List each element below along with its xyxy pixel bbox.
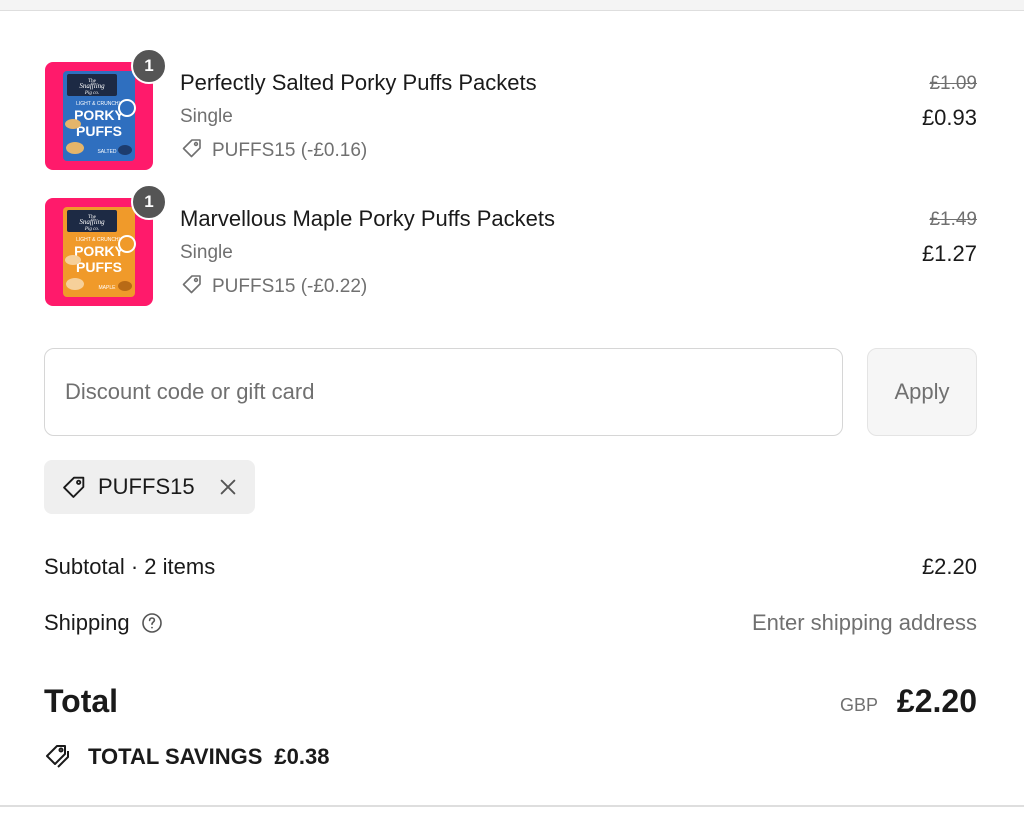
item-discount-label: PUFFS15 (-£0.16) bbox=[212, 140, 368, 161]
applied-code-label: PUFFS15 bbox=[98, 474, 195, 499]
total-currency: GBP bbox=[839, 695, 878, 715]
total-value: £2.20 bbox=[896, 683, 977, 719]
tag-icon bbox=[180, 272, 204, 302]
shipping-value: Enter shipping address bbox=[751, 610, 977, 635]
bottom-divider bbox=[0, 805, 1024, 807]
line-item: The Snaffling Pig co. LIGHT & CRUNCHY PO… bbox=[44, 184, 977, 308]
item-variant: Single bbox=[180, 106, 233, 127]
item-discount-label: PUFFS15 (-£0.22) bbox=[212, 276, 368, 297]
product-thumbnail: The Snaffling Pig co. LIGHT & CRUNCHY PO… bbox=[44, 48, 167, 172]
shipping-label: Shipping bbox=[44, 610, 130, 635]
double-tag-icon bbox=[44, 742, 74, 772]
price-original: £1.09 bbox=[929, 73, 977, 94]
svg-text:PORKY: PORKY bbox=[74, 243, 124, 259]
svg-text:Pig co.: Pig co. bbox=[84, 227, 99, 232]
close-icon bbox=[220, 479, 236, 495]
total-savings: TOTAL SAVINGS £0.38 bbox=[44, 742, 329, 772]
svg-text:Snaffling: Snaffling bbox=[79, 82, 105, 90]
item-title: Perfectly Salted Porky Puffs Packets bbox=[180, 70, 537, 95]
svg-text:Snaffling: Snaffling bbox=[79, 218, 105, 226]
svg-text:SALTED: SALTED bbox=[97, 149, 116, 155]
top-divider bbox=[0, 0, 1024, 11]
svg-text:PORKY: PORKY bbox=[74, 107, 124, 123]
savings-label: TOTAL SAVINGS bbox=[88, 744, 263, 769]
applied-discount-chip: PUFFS15 bbox=[44, 460, 255, 514]
svg-text:PUFFS: PUFFS bbox=[76, 259, 122, 275]
svg-text:MAPLE: MAPLE bbox=[99, 285, 117, 291]
subtotal-value: £2.20 bbox=[921, 554, 977, 579]
svg-text:PUFFS: PUFFS bbox=[76, 123, 122, 139]
tag-icon bbox=[60, 473, 88, 501]
item-discount: PUFFS15 (-£0.22) bbox=[180, 272, 367, 302]
subtotal-label: Subtotal · 2 items bbox=[44, 554, 216, 579]
total-label: Total bbox=[44, 683, 119, 719]
price-final: £0.93 bbox=[921, 105, 977, 130]
apply-button[interactable]: Apply bbox=[867, 348, 977, 436]
item-title: Marvellous Maple Porky Puffs Packets bbox=[180, 206, 555, 231]
help-circle-icon[interactable] bbox=[140, 611, 164, 635]
remove-discount-button[interactable] bbox=[215, 474, 241, 500]
shipping-row: Shipping bbox=[44, 610, 164, 636]
quantity-badge: 1 bbox=[131, 48, 167, 84]
svg-text:Pig co.: Pig co. bbox=[84, 91, 99, 96]
tag-icon bbox=[180, 136, 204, 166]
price-final: £1.27 bbox=[921, 241, 977, 266]
savings-value: £0.38 bbox=[274, 744, 330, 769]
item-variant: Single bbox=[180, 242, 233, 263]
line-item: The Snaffling Pig co. LIGHT & CRUNCHY PO… bbox=[44, 48, 977, 172]
discount-code-input[interactable] bbox=[44, 348, 843, 436]
product-thumbnail: The Snaffling Pig co. LIGHT & CRUNCHY PO… bbox=[44, 184, 167, 308]
item-discount: PUFFS15 (-£0.16) bbox=[180, 136, 367, 166]
quantity-badge: 1 bbox=[131, 184, 167, 220]
price-original: £1.49 bbox=[929, 209, 977, 230]
